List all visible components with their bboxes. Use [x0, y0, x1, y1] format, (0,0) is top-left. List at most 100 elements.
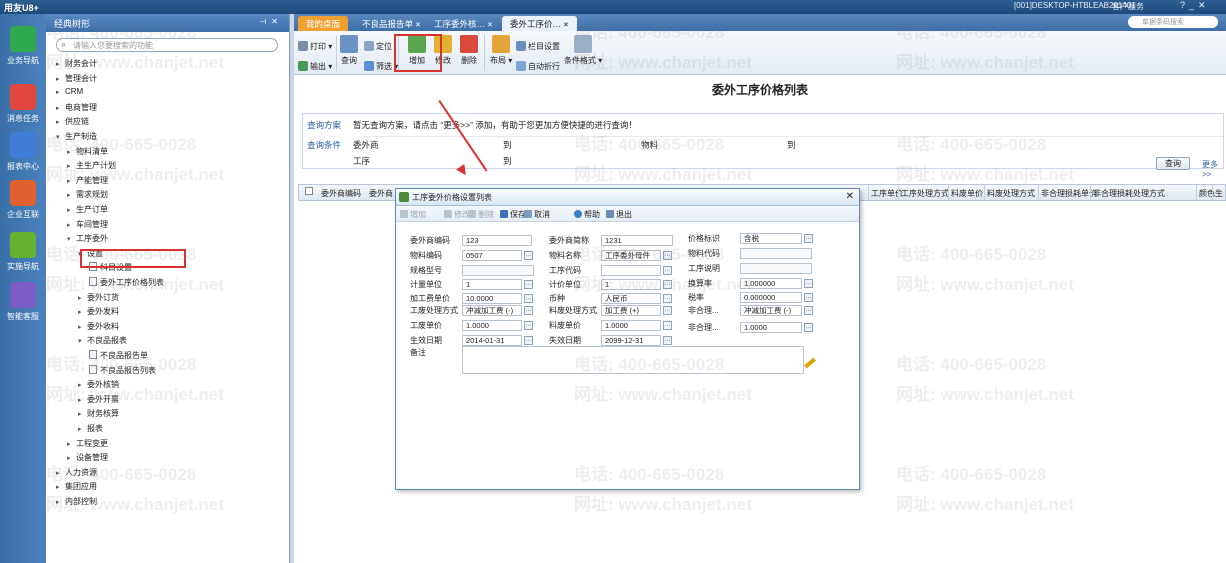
query-submit-button[interactable]: 查询 — [1156, 157, 1190, 170]
remark-textarea[interactable] — [462, 346, 804, 374]
reference-lookup-icon[interactable]: … — [663, 336, 672, 345]
tree-item[interactable]: ▸ 内部控制 — [56, 496, 97, 507]
tree-item[interactable]: ▾ 工序委外 — [67, 233, 108, 244]
material-code2-field[interactable] — [740, 248, 812, 259]
reference-lookup-icon[interactable]: … — [663, 306, 672, 315]
price-flag-field[interactable]: 含税 — [740, 233, 802, 244]
reference-lookup-icon[interactable]: … — [804, 306, 813, 315]
column-divider[interactable] — [948, 185, 949, 200]
tree-item[interactable]: 委外工序价格列表 — [89, 277, 164, 288]
dialog-edit-button[interactable]: 修改 — [444, 209, 470, 220]
reference-lookup-icon[interactable]: … — [663, 321, 672, 330]
grid-column-header[interactable]: 非合理损耗单价 — [1041, 188, 1097, 199]
dialog-delete-button[interactable]: 删除 — [468, 209, 494, 220]
reference-lookup-icon[interactable]: … — [524, 336, 533, 345]
tree-item[interactable]: ▸ 委外收料 — [78, 321, 119, 332]
column-divider[interactable] — [984, 185, 985, 200]
rail-item-3[interactable]: 企业互联 — [0, 180, 46, 220]
tab-2[interactable]: 工序委外核… ✕ — [426, 16, 501, 31]
tree-item[interactable]: ▸ 报表 — [78, 423, 103, 434]
tree-item[interactable]: ▸ CRM — [56, 87, 83, 96]
tree-item[interactable]: ▸ 需求规划 — [67, 189, 108, 200]
tree-item[interactable]: ▸ 财务核算 — [78, 408, 119, 419]
reference-lookup-icon[interactable]: … — [524, 251, 533, 260]
tree-item[interactable]: ▸ 集团应用 — [56, 481, 97, 492]
column-settings-button[interactable]: 栏目设置 — [516, 41, 560, 52]
tab-close-icon[interactable]: ✕ — [485, 22, 493, 29]
tree-item[interactable]: ▸ 管理会计 — [56, 73, 97, 84]
material-name-field[interactable]: 工序委外母件 — [601, 250, 661, 261]
grid-column-header[interactable]: 委外商编码 — [321, 188, 361, 199]
grid-column-header[interactable]: 工序处理方式 — [901, 188, 949, 199]
unreasonable2-field[interactable]: 1.0000 — [740, 322, 802, 333]
reference-lookup-icon[interactable]: … — [524, 321, 533, 330]
export-button[interactable]: 输出 ▾ — [298, 61, 332, 72]
customer-service-link[interactable]: 客户服务 — [1112, 1, 1144, 12]
dialog-title-bar[interactable]: 工序委外价格设置列表 ✕ — [396, 189, 859, 206]
rail-item-5[interactable]: 智能客服 — [0, 282, 46, 322]
barcode-search-input[interactable]: 单据条码搜索 — [1128, 16, 1218, 28]
condition-format-button[interactable]: 条件格式 ▾ — [564, 35, 602, 66]
tree-item[interactable]: ▸ 生产订单 — [67, 204, 108, 215]
tree-item[interactable]: ▸ 设备管理 — [67, 452, 108, 463]
column-divider[interactable] — [1212, 185, 1213, 200]
unreasonable1-field[interactable]: 冲减加工费 (-) — [740, 305, 802, 316]
rail-item-4[interactable]: 实施导航 — [0, 232, 46, 272]
spec-field[interactable] — [462, 265, 534, 276]
unit-field[interactable]: 1 — [462, 279, 522, 290]
vendor-abbr-field[interactable]: 1231 — [601, 235, 673, 246]
dialog-exit-button[interactable]: 退出 — [606, 209, 632, 220]
tree-item[interactable]: ▾ 不良品报表 — [78, 335, 127, 346]
tree-item[interactable]: ▸ 委外发料 — [78, 306, 119, 317]
column-divider[interactable] — [1038, 185, 1039, 200]
reference-lookup-icon[interactable]: … — [804, 279, 813, 288]
tab-close-icon[interactable]: ✕ — [413, 22, 421, 29]
process-method-field[interactable]: 冲减加工费 (-) — [462, 305, 522, 316]
delete-button[interactable]: 删除 — [460, 35, 478, 66]
scrap-price-field[interactable]: 1.0000 — [601, 320, 661, 331]
pencil-icon[interactable] — [804, 357, 816, 369]
auto-wrap-button[interactable]: 自动折行 — [516, 61, 560, 72]
grid-column-header[interactable]: 委外商 — [369, 188, 393, 199]
grid-column-header[interactable]: 料废处理方式 — [987, 188, 1035, 199]
reference-lookup-icon[interactable]: … — [804, 234, 813, 243]
tree-item[interactable]: ▸ 财务会计 — [56, 58, 97, 69]
tax-rate-field[interactable]: 0.000000 — [740, 292, 802, 303]
tree-item[interactable]: ▸ 主生产计划 — [67, 160, 116, 171]
locate-button[interactable]: 定位 — [364, 41, 392, 52]
tree-item[interactable]: 不良品报告单 — [89, 350, 148, 361]
rail-item-0[interactable]: 业务导航 — [0, 26, 46, 66]
process-desc-field[interactable] — [740, 263, 812, 274]
process-code-field[interactable] — [601, 265, 661, 276]
grid-column-header[interactable]: 料废单价 — [951, 188, 983, 199]
expire-date-field[interactable]: 2099-12-31 — [601, 335, 661, 346]
effective-date-field[interactable]: 2014-01-31 — [462, 335, 522, 346]
tab-1[interactable]: 不良品报告单 ✕ — [354, 16, 429, 31]
layout-button[interactable]: 布局 ▾ — [490, 35, 512, 66]
tree-item[interactable]: ▸ 物料清单 — [67, 146, 108, 157]
tab-3[interactable]: 委外工序价… ✕ — [502, 16, 577, 31]
tab-close-icon[interactable]: ✕ — [561, 22, 569, 29]
scrap-method-field[interactable]: 加工费 (+) — [601, 305, 661, 316]
window-controls[interactable]: ?_✕ — [1180, 0, 1210, 11]
currency-field[interactable]: 人民币 — [601, 293, 661, 304]
tree-item[interactable]: ▸ 产能管理 — [67, 175, 108, 186]
rail-item-1[interactable]: 消息任务 — [0, 84, 46, 124]
tree-item[interactable]: ▸ 人力资源 — [56, 467, 97, 478]
dialog-add-button[interactable]: 增加 — [400, 209, 426, 220]
dialog-help-button[interactable]: 帮助 — [574, 209, 600, 220]
tree-item[interactable]: ▸ 委外开票 — [78, 394, 119, 405]
tree-item[interactable]: ▸ 委外核销 — [78, 379, 119, 390]
select-all-checkbox[interactable] — [305, 187, 313, 195]
reference-lookup-icon[interactable]: … — [663, 294, 672, 303]
grid-column-header[interactable]: 生 — [1215, 188, 1223, 199]
tab-0[interactable]: 我的桌面 — [298, 16, 349, 31]
rail-item-2[interactable]: 报表中心 — [0, 132, 46, 172]
reference-lookup-icon[interactable]: … — [663, 251, 672, 260]
more-link[interactable]: 更多>> — [1202, 159, 1226, 179]
close-icon[interactable]: ✕ — [846, 191, 854, 202]
vendor-code-field[interactable]: 123 — [462, 235, 532, 246]
column-divider[interactable] — [898, 185, 899, 200]
tree-item[interactable]: ▸ 电商管理 — [56, 102, 97, 113]
reference-lookup-icon[interactable]: … — [524, 280, 533, 289]
